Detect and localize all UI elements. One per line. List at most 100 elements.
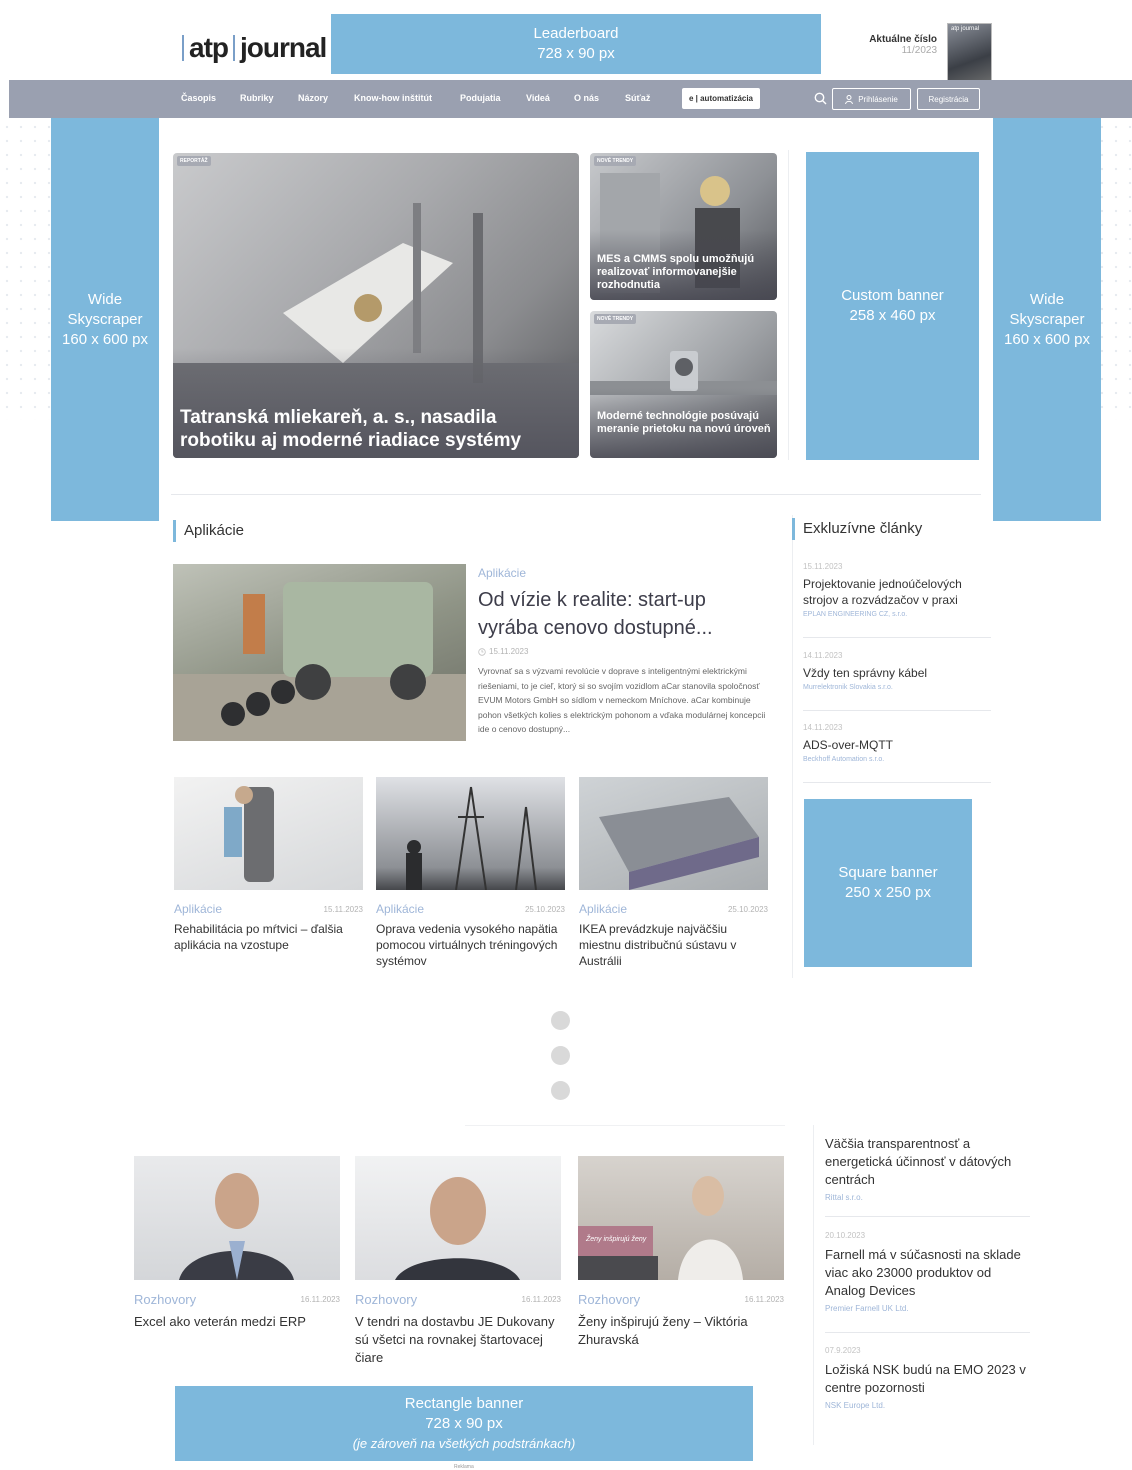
interview-card[interactable]: Rozhovory 16.11.2023 V tendri na dostavb… xyxy=(355,1156,561,1367)
article-card-image xyxy=(376,777,565,891)
skyscraper-left-size: 160 x 600 px xyxy=(62,330,148,348)
interview-card-category[interactable]: Rozhovory xyxy=(355,1292,417,1307)
side-article-company[interactable]: Premier Farnell UK Ltd. xyxy=(825,1304,1030,1313)
nav-item-podujatia[interactable]: Podujatia xyxy=(460,93,501,103)
ellipsis-dot xyxy=(551,1046,570,1065)
current-issue: Aktuálne číslo 11/2023 xyxy=(847,34,937,56)
login-label: Prihlásenie xyxy=(858,94,898,104)
nav-item-sutaz[interactable]: Súťaž xyxy=(625,93,650,103)
interview-card-image: Ženy inšpirujú ženy xyxy=(578,1156,784,1280)
skyscraper-right-line1: Wide xyxy=(1029,290,1065,308)
interview-card[interactable]: Rozhovory 16.11.2023 Excel ako veterán m… xyxy=(134,1156,340,1331)
article-card-date: 25.10.2023 xyxy=(524,904,565,914)
side-article[interactable]: 20.10.2023 Farnell má v súčasnosti na sk… xyxy=(825,1231,1030,1313)
search-icon[interactable] xyxy=(814,92,827,105)
interview-card[interactable]: Ženy inšpirujú ženy Rozhovory 16.11.2023… xyxy=(578,1156,784,1349)
side-article-company[interactable]: NSK Europe Ltd. xyxy=(825,1401,1030,1410)
side-article-title[interactable]: Ložiská NSK budú na EMO 2023 v centre po… xyxy=(825,1361,1030,1397)
exclusive-article-title[interactable]: Vždy ten správny kábel xyxy=(803,665,990,681)
skyscraper-left-line2: Skyscraper xyxy=(67,310,143,328)
nav-item-o-nas[interactable]: O nás xyxy=(574,93,599,103)
side-article-date: 07.9.2023 xyxy=(825,1346,861,1355)
exclusive-article[interactable]: 14.11.2023 ADS-over-MQTT Beckhoff Automa… xyxy=(803,723,990,763)
section-title-exkluzivne: Exkluzívne články xyxy=(792,518,922,540)
rectangle-banner-note: (je zároveň na všetkých podstránkach) xyxy=(352,1435,576,1451)
square-banner-ad[interactable]: Square banner 250 x 250 px xyxy=(804,799,972,967)
side-article-title[interactable]: Farnell má v súčasnosti na sklade viac a… xyxy=(825,1246,1030,1300)
featured-article-image[interactable] xyxy=(173,564,466,741)
advertisement-label: Reklama xyxy=(454,1464,474,1470)
exclusive-article[interactable]: 14.11.2023 Vždy ten správny kábel Murrel… xyxy=(803,651,990,691)
exclusive-article[interactable]: 15.11.2023 Projektovanie jednoúčelových … xyxy=(803,562,990,618)
article-card-category[interactable]: Aplikácie xyxy=(174,902,222,916)
hero-divider xyxy=(788,150,789,460)
skyscraper-right-line2: Skyscraper xyxy=(1009,310,1085,328)
logo-part-atp: atp xyxy=(189,32,229,63)
side-article-company[interactable]: Rittal s.r.o. xyxy=(825,1193,1030,1202)
site-header: atp journal Leaderboard 728 x 90 px Aktuá… xyxy=(9,8,1132,86)
sidebar-divider-lower xyxy=(813,1125,814,1445)
interview-card-title[interactable]: V tendri na dostavbu JE Dukovany sú všet… xyxy=(355,1313,561,1367)
hero-main-article[interactable]: REPORTÁŽ Tatranská mliekareň, a. s., nas… xyxy=(173,153,579,458)
article-card-category[interactable]: Aplikácie xyxy=(376,902,424,916)
side-article[interactable]: 07.9.2023 Ložiská NSK budú na EMO 2023 v… xyxy=(825,1346,1030,1410)
leaderboard-ad[interactable]: Leaderboard 728 x 90 px xyxy=(331,14,821,74)
rectangle-banner-ad[interactable]: Rectangle banner 728 x 90 px (je zároveň… xyxy=(175,1386,753,1461)
category-tag: NOVÉ TRENDY xyxy=(594,314,637,324)
nav-item-know-how[interactable]: Know-how inštitút xyxy=(354,93,432,103)
custom-banner-ad[interactable]: Custom banner 258 x 460 px xyxy=(806,152,979,460)
exclusive-article-date: 15.11.2023 xyxy=(803,562,843,571)
login-button[interactable]: Prihlásenie xyxy=(832,88,911,110)
interview-card-category[interactable]: Rozhovory xyxy=(134,1292,196,1307)
interview-card-category[interactable]: Rozhovory xyxy=(578,1292,640,1307)
exclusive-article-company[interactable]: Beckhoff Automation s.r.o. xyxy=(803,756,990,763)
interview-card-date: 16.11.2023 xyxy=(744,1295,784,1304)
issue-cover-thumbnail[interactable]: atp journal xyxy=(947,23,992,86)
hero-side-1-title: MES a CMMS spolu umožňujú realizovať inf… xyxy=(597,253,755,291)
nav-item-videa[interactable]: Videá xyxy=(526,93,550,103)
logo-part-journal: journal xyxy=(240,32,327,63)
current-issue-number: 11/2023 xyxy=(901,45,937,56)
skyscraper-right-size: 160 x 600 px xyxy=(1004,330,1090,348)
register-button[interactable]: Registrácia xyxy=(917,88,980,110)
interview-card-title[interactable]: Ženy inšpirujú ženy – Viktória Zhuravská xyxy=(578,1313,784,1349)
automatizacia-button[interactable]: e | automatizácia xyxy=(682,88,760,109)
wide-skyscraper-left-ad[interactable]: Wide Skyscraper 160 x 600 px xyxy=(51,118,159,521)
electric-vehicle-photo xyxy=(173,582,466,741)
exclusive-article-company[interactable]: Murrelektronik Slovakia s.r.o. xyxy=(803,684,990,691)
hero-side-article-1[interactable]: NOVÉ TRENDY MES a CMMS spolu umožňujú re… xyxy=(590,153,777,300)
exclusive-article-date: 14.11.2023 xyxy=(803,723,843,732)
article-card-image xyxy=(579,777,768,890)
current-issue-label: Aktuálne číslo xyxy=(869,34,937,45)
article-card[interactable]: Aplikácie 15.11.2023 Rehabilitácia po mŕ… xyxy=(174,777,363,953)
article-card-title[interactable]: Rehabilitácia po mŕtvici – ďalšia apliká… xyxy=(174,921,363,953)
article-card[interactable]: Aplikácie 25.10.2023 Oprava vedenia vyso… xyxy=(376,777,565,969)
leaderboard-ad-name: Leaderboard xyxy=(533,25,619,42)
custom-banner-name: Custom banner xyxy=(841,287,944,304)
interview-card-title[interactable]: Excel ako veterán medzi ERP xyxy=(134,1313,340,1331)
wide-skyscraper-right-ad[interactable]: Wide Skyscraper 160 x 600 px xyxy=(993,118,1101,521)
hero-side-article-2[interactable]: NOVÉ TRENDY Moderné technológie posúvajú… xyxy=(590,311,777,458)
article-card-category[interactable]: Aplikácie xyxy=(579,902,627,916)
featured-article-title[interactable]: Od vízie k realite: start-up vyrába ceno… xyxy=(478,586,768,642)
article-card-title[interactable]: IKEA prevádzkuje najväčšiu miestnu distr… xyxy=(579,921,768,969)
featured-article-category[interactable]: Aplikácie xyxy=(478,566,778,580)
article-card-title[interactable]: Oprava vedenia vysokého napätia pomocou … xyxy=(376,921,565,969)
nav-item-nazory[interactable]: Názory xyxy=(298,93,328,103)
article-card[interactable]: Aplikácie 25.10.2023 IKEA prevádzkuje na… xyxy=(579,777,768,969)
woman-portrait-photo xyxy=(578,1176,743,1280)
nav-item-rubriky[interactable]: Rubriky xyxy=(240,93,274,103)
side-article[interactable]: Väčšia transparentnosť a energetická úči… xyxy=(825,1135,1030,1202)
side-article-title[interactable]: Väčšia transparentnosť a energetická úči… xyxy=(825,1135,1030,1189)
exclusive-article-company[interactable]: EPLAN ENGINEERING CZ, s.r.o. xyxy=(803,611,990,618)
interview-image-text: Ženy inšpirujú ženy xyxy=(586,1236,647,1243)
interview-card-date: 16.11.2023 xyxy=(300,1295,340,1304)
exclusive-article-title[interactable]: Projektovanie jednoúčelových strojov a r… xyxy=(803,576,990,608)
sidebar-divider xyxy=(792,515,793,978)
exclusive-article-title[interactable]: ADS-over-MQTT xyxy=(803,737,990,753)
leaderboard-ad-size: 728 x 90 px xyxy=(537,45,615,62)
interview-card-date: 16.11.2023 xyxy=(521,1295,561,1304)
site-logo[interactable]: atp journal xyxy=(179,32,336,64)
rectangle-banner-size: 728 x 90 px xyxy=(425,1414,503,1432)
nav-item-casopis[interactable]: Časopis xyxy=(181,93,216,103)
